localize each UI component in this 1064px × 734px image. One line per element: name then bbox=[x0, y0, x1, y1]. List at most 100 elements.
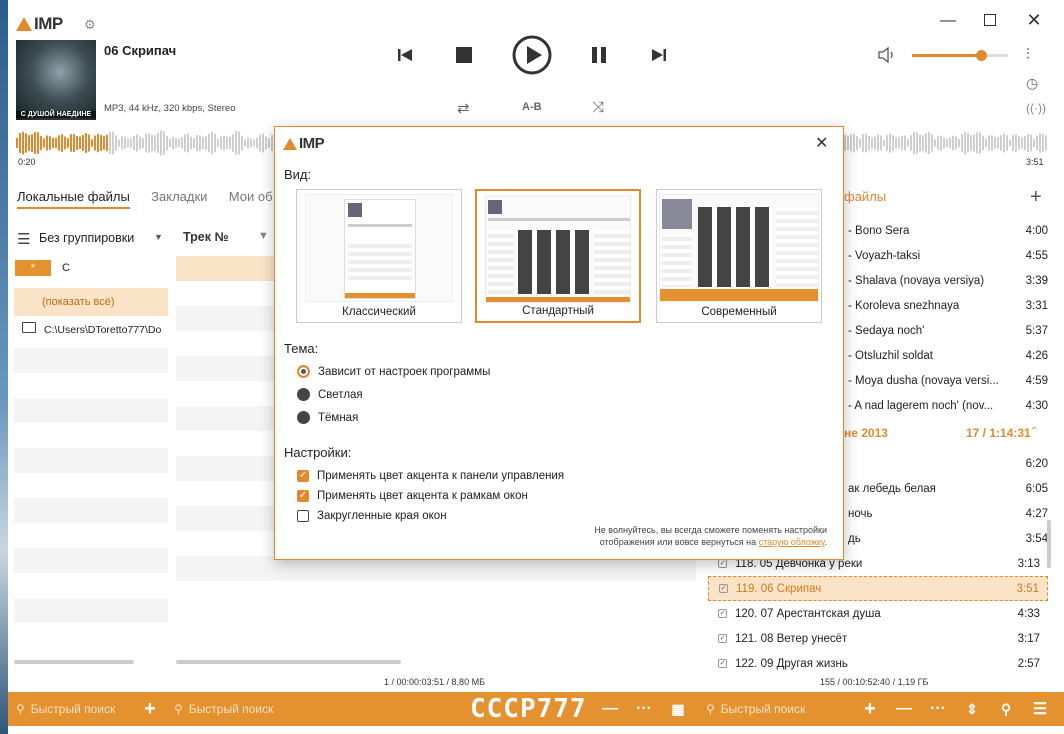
waveform-bar bbox=[931, 134, 933, 152]
layout-modern-preview bbox=[659, 194, 819, 302]
playlist-item[interactable]: ✓ 119. 06 Скрипач 3:51 bbox=[708, 576, 1048, 601]
grid-view-icon[interactable]: ▦ bbox=[668, 692, 688, 726]
search-playlist-icon[interactable]: ⚲ bbox=[996, 692, 1016, 726]
playlist-item-duration: 6:20 bbox=[1025, 457, 1048, 470]
add-track-button[interactable]: + bbox=[860, 692, 880, 726]
close-button[interactable]: ✕ bbox=[1024, 10, 1044, 30]
checkbox-icon[interactable]: ✓ bbox=[718, 559, 727, 568]
search-right[interactable]: ⚲ Быстрый поиск bbox=[706, 692, 805, 726]
playlist-item[interactable]: дь 3:54 bbox=[848, 526, 1048, 551]
add-tab-button[interactable]: + bbox=[1030, 186, 1042, 209]
checkbox-icon[interactable]: ✓ bbox=[718, 609, 727, 618]
show-all-row[interactable]: (показать всё) bbox=[14, 288, 168, 316]
playlist-item-duration: 3:39 bbox=[1025, 274, 1048, 287]
volume-slider[interactable] bbox=[912, 50, 1008, 61]
timer-icon[interactable]: ◷ bbox=[1026, 75, 1038, 92]
minus-button[interactable]: — bbox=[600, 692, 620, 726]
playlist-item[interactable]: - Otsluzhil soldat 4:26 bbox=[848, 343, 1048, 368]
theme-option-dark[interactable]: Тёмная bbox=[297, 411, 358, 424]
minimize-button[interactable]: — bbox=[938, 12, 958, 32]
waveform-bar bbox=[73, 133, 75, 153]
playlist-item[interactable]: - Shalava (novaya versiya) 3:39 bbox=[848, 268, 1048, 293]
playlist-scrollbar[interactable] bbox=[1047, 520, 1051, 568]
playlist-item[interactable]: 6:20 bbox=[848, 451, 1048, 476]
pause-button[interactable] bbox=[591, 47, 607, 63]
playlist-item[interactable]: - Voyazh-taksi 4:55 bbox=[848, 243, 1048, 268]
playlist-item[interactable]: ✓ 121. 08 Ветер унесёт 3:17 bbox=[708, 626, 1048, 651]
playlist-item[interactable]: ак лебедь белая 6:05 bbox=[848, 476, 1048, 501]
dialog-close-button[interactable]: ✕ bbox=[815, 133, 828, 153]
search-middle[interactable]: ⚲ Быстрый поиск bbox=[174, 692, 273, 726]
waveform-bar bbox=[211, 131, 213, 155]
tab-local-files[interactable]: Локальные файлы bbox=[17, 189, 130, 209]
collapse-group-icon[interactable]: ⌃ bbox=[1030, 426, 1038, 437]
theme-option-light[interactable]: Светлая bbox=[297, 388, 363, 401]
grouping-dropdown[interactable]: Без группировки bbox=[39, 231, 134, 245]
waveform-bar bbox=[238, 131, 240, 155]
search-left[interactable]: ⚲ Быстрый поиск bbox=[16, 692, 115, 726]
checkbox-checked-icon[interactable]: ✓ bbox=[719, 584, 728, 593]
waveform-bar bbox=[961, 133, 963, 153]
play-button[interactable] bbox=[511, 34, 553, 76]
playlist-item[interactable]: ночь 4:27 bbox=[848, 501, 1048, 526]
tab-bookmarks[interactable]: Закладки bbox=[151, 189, 207, 204]
letter-filter-star[interactable]: * bbox=[15, 260, 51, 276]
chevron-down-icon[interactable]: ▼ bbox=[154, 232, 163, 242]
menu-icon[interactable]: ☰ bbox=[17, 230, 30, 248]
layout-standard-card[interactable]: Стандартный bbox=[475, 189, 641, 323]
volume-icon[interactable] bbox=[878, 47, 896, 63]
maximize-button[interactable] bbox=[984, 14, 996, 26]
broadcast-icon[interactable]: ((·)) bbox=[1026, 101, 1046, 115]
remove-track-button[interactable]: — bbox=[894, 692, 914, 726]
sort-icon[interactable]: ⇕ bbox=[962, 692, 982, 726]
tab-playlist-files[interactable]: файлы bbox=[844, 189, 886, 207]
stop-button[interactable] bbox=[456, 47, 472, 63]
playlist-item-duration: 2:57 bbox=[1017, 657, 1040, 670]
add-folder-button[interactable]: + bbox=[140, 692, 160, 726]
waveform-bar bbox=[121, 136, 123, 150]
old-skin-link[interactable]: старую обложку bbox=[759, 537, 825, 547]
playlist-more-button[interactable]: ··· bbox=[928, 692, 948, 726]
playlist-item[interactable]: - A nad lagerem noch' (nov... 4:30 bbox=[848, 393, 1048, 418]
more-button[interactable]: ··· bbox=[634, 692, 654, 726]
waveform-bar bbox=[34, 131, 36, 155]
waveform-bar bbox=[1042, 134, 1044, 152]
playlist-item[interactable]: - Bono Sera 4:00 bbox=[848, 218, 1048, 243]
column-track-number[interactable]: Трек № bbox=[183, 230, 228, 244]
playlist-item-duration: 3:54 bbox=[1025, 532, 1048, 545]
middle-scrollbar[interactable] bbox=[176, 660, 401, 664]
setting-rounded-corners[interactable]: Закругленные края окон bbox=[297, 510, 447, 522]
left-scrollbar[interactable] bbox=[14, 660, 134, 664]
playlist-item[interactable]: - Koroleva snezhnaya 3:31 bbox=[848, 293, 1048, 318]
repeat-icon[interactable]: ⇄ bbox=[457, 99, 470, 117]
group-title[interactable]: не 2013 bbox=[844, 426, 888, 440]
layout-modern-card[interactable]: Современный bbox=[656, 189, 822, 323]
pause-icon bbox=[592, 47, 606, 63]
waveform-bar bbox=[187, 133, 189, 153]
letter-filter-c[interactable]: С bbox=[62, 262, 70, 274]
checkbox-icon[interactable]: ✓ bbox=[718, 659, 727, 668]
playlist-item[interactable]: ✓ 120. 07 Арестантская душа 4:33 bbox=[708, 601, 1048, 626]
gear-icon[interactable]: ⚙ bbox=[84, 17, 96, 33]
playlist-item[interactable]: - Moya dusha (novaya versi... 4:59 bbox=[848, 368, 1048, 393]
layout-classic-card[interactable]: Классический bbox=[296, 189, 462, 323]
menu-icon[interactable]: ☰ bbox=[1030, 692, 1050, 726]
equalizer-icon[interactable]: ⫶ bbox=[1026, 46, 1030, 63]
checkbox-icon[interactable]: ✓ bbox=[718, 634, 727, 643]
previous-button[interactable] bbox=[396, 46, 414, 64]
ab-repeat-button[interactable]: A-B bbox=[522, 101, 542, 113]
waveform-bar bbox=[847, 135, 849, 151]
waveform-bar bbox=[1036, 135, 1038, 151]
theme-option-system[interactable]: Зависит от настроек программы bbox=[297, 365, 490, 378]
tab-my[interactable]: Мои об bbox=[229, 189, 273, 204]
folder-path[interactable]: C:\Users\DToretto777\Do bbox=[44, 324, 168, 336]
setting-accent-borders[interactable]: ✓ Применять цвет акцента к рамкам окон bbox=[297, 490, 528, 502]
playlist-item[interactable]: - Sedaya noch' 5:37 bbox=[848, 318, 1048, 343]
next-button[interactable] bbox=[650, 46, 668, 64]
playlist-item[interactable]: ✓ 122. 09 Другая жизнь 2:57 bbox=[708, 651, 1048, 676]
shuffle-icon[interactable]: ⤨ bbox=[592, 99, 604, 116]
volume-knob[interactable] bbox=[976, 50, 988, 61]
setting-accent-panel[interactable]: ✓ Применять цвет акцента к панели управл… bbox=[297, 470, 564, 482]
waveform-bar bbox=[262, 133, 264, 153]
filter-icon[interactable]: ▼ bbox=[258, 230, 269, 242]
